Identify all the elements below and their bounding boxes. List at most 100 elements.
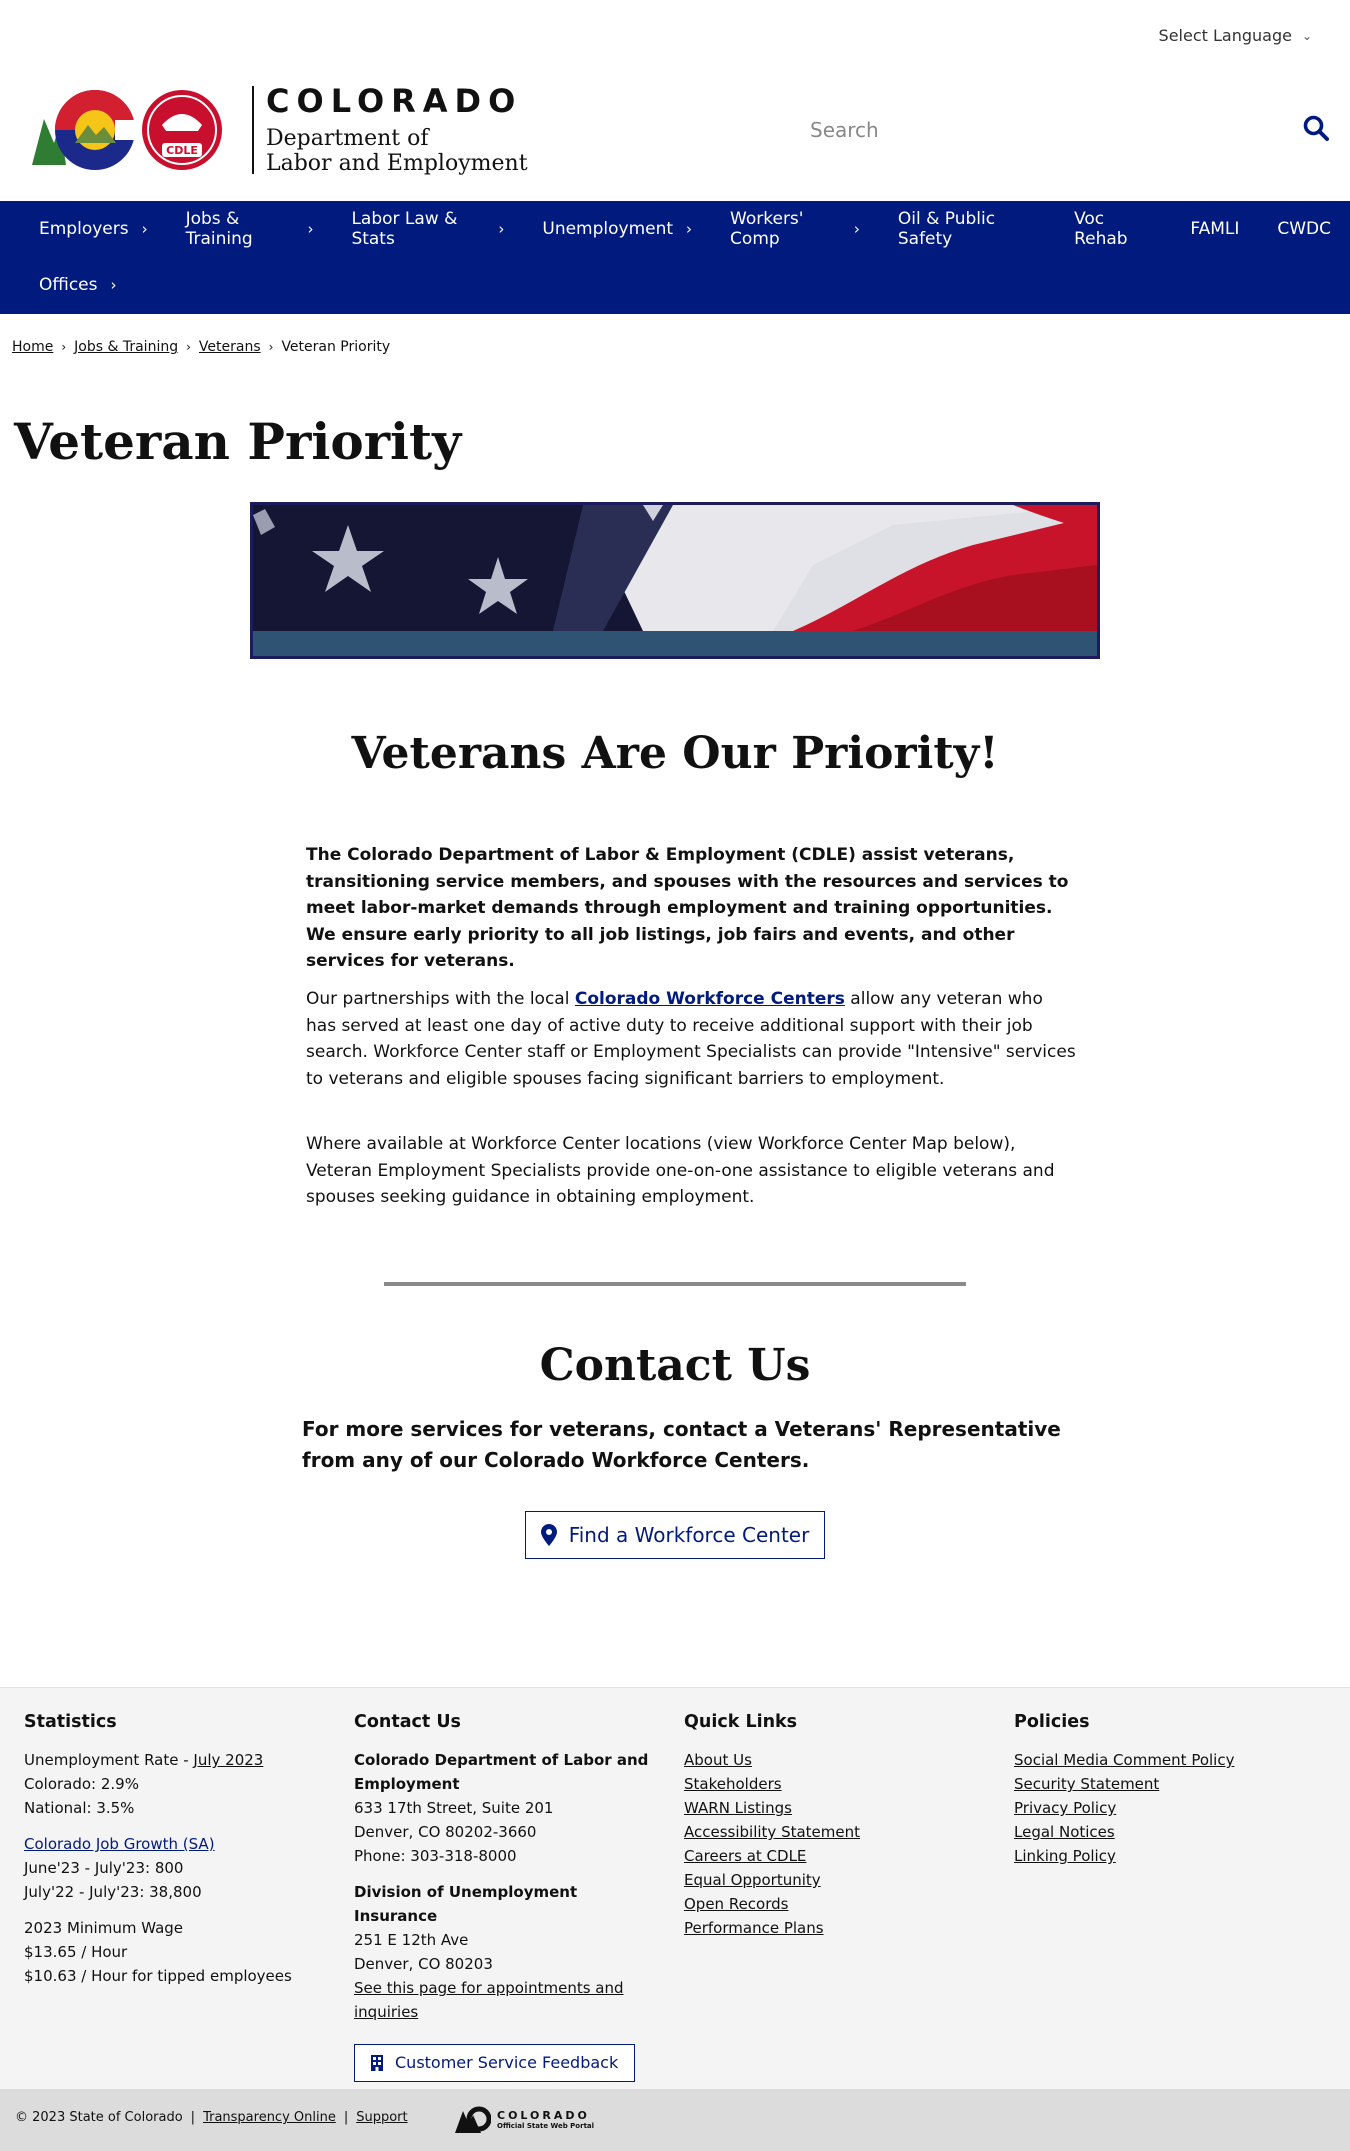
nav-item-workers-comp[interactable]: Workers' Comp ›	[711, 201, 879, 257]
find-workforce-center-button[interactable]: Find a Workforce Center	[525, 1511, 825, 1559]
find-workforce-center-label: Find a Workforce Center	[568, 1523, 810, 1547]
nav-item-employers[interactable]: Employers ›	[20, 201, 167, 257]
nav-item-oil-public-safety[interactable]: Oil & Public Safety	[879, 201, 1055, 257]
footer-contact-heading: Contact Us	[354, 1712, 461, 1732]
quick-link-warn-listings[interactable]: WARN Listings	[684, 1799, 792, 1817]
policy-link-security-statement[interactable]: Security Statement	[1014, 1775, 1159, 1793]
copyright-text: © 2023 State of Colorado	[15, 2110, 183, 2125]
nav-item-famli[interactable]: FAMLI	[1171, 201, 1258, 257]
search-input[interactable]	[810, 118, 1270, 142]
contact-address-1: 633 17th Street, Suite 201	[354, 1799, 554, 1817]
chevron-down-icon: ⌄	[1301, 28, 1312, 43]
job-growth-yearly: July'22 - July'23: 38,800	[24, 1883, 202, 1901]
portal-name: COLORADO	[497, 2108, 590, 2122]
contact-org: Colorado Department of Labor and Employm…	[354, 1751, 649, 1793]
breadcrumb-jobs-training[interactable]: Jobs & Training	[74, 339, 178, 355]
language-label: Select Language	[1158, 26, 1292, 45]
nav-item-jobs-training[interactable]: Jobs & Training ›	[167, 201, 333, 257]
workforce-centers-link[interactable]: Colorado Workforce Centers	[575, 989, 845, 1009]
min-wage-tipped: $10.63 / Hour for tipped employees	[24, 1967, 292, 1985]
partnership-paragraph: Our partnerships with the local Colorado…	[306, 986, 1076, 1092]
support-link[interactable]: Support	[356, 2110, 407, 2125]
cdle-logo[interactable]: CDLE COLORADO Department of Labor and Em…	[30, 84, 528, 176]
state-portal-logo[interactable]: COLORADO Official State Web Portal	[455, 2105, 594, 2133]
breadcrumb-separator: ›	[186, 340, 191, 354]
search-icon[interactable]	[1302, 114, 1330, 146]
specialists-paragraph: Where available at Workforce Center loca…	[306, 1131, 1076, 1211]
chevron-right-icon: ›	[110, 276, 117, 294]
chevron-right-icon: ›	[853, 220, 860, 238]
nav-item-label: Workers' Comp	[730, 209, 804, 249]
quick-link-accessibility-statement[interactable]: Accessibility Statement	[684, 1823, 860, 1841]
job-growth-link[interactable]: Colorado Job Growth (SA)	[24, 1835, 215, 1853]
quick-link-stakeholders[interactable]: Stakeholders	[684, 1775, 782, 1793]
main-nav: Employers › Jobs & Training › Labor Law & St…	[0, 201, 1350, 314]
section-divider	[384, 1282, 966, 1286]
breadcrumb: Home › Jobs & Training › Veterans › Vete…	[12, 339, 390, 355]
nav-item-label: Employers	[39, 219, 129, 239]
language-selector[interactable]: Select Language ⌄	[1159, 26, 1312, 45]
job-growth-monthly: June'23 - July'23: 800	[24, 1859, 184, 1877]
page-title: Veteran Priority	[14, 412, 462, 471]
breadcrumb-veterans[interactable]: Veterans	[199, 339, 261, 355]
nav-item-label: CWDC	[1277, 219, 1332, 239]
quick-link-careers-at-cdle[interactable]: Careers at CDLE	[684, 1847, 806, 1865]
nav-item-labor-law-stats[interactable]: Labor Law & Stats ›	[332, 201, 523, 257]
footer-contact: Contact Us Colorado Department of Labor …	[354, 1710, 654, 2082]
nav-item-label: Offices	[39, 275, 98, 295]
quick-links-heading: Quick Links	[684, 1712, 798, 1732]
nav-item-voc-rehab[interactable]: Voc Rehab	[1055, 201, 1171, 257]
customer-feedback-button[interactable]: Customer Service Feedback	[354, 2044, 636, 2082]
unemployment-rate-link[interactable]: July 2023	[193, 1751, 263, 1769]
map-pin-icon	[540, 1524, 557, 1546]
nav-item-unemployment[interactable]: Unemployment ›	[523, 201, 711, 257]
portal-subtitle: Official State Web Portal	[497, 2121, 595, 2130]
colorado-logo-icon: CDLE	[32, 90, 222, 170]
seal-text: CDLE	[166, 144, 198, 157]
footer-statistics: Statistics Unemployment Rate - July 2023…	[24, 1710, 344, 2000]
chevron-right-icon: ›	[686, 220, 693, 238]
flag-banner-image	[250, 502, 1100, 659]
footer-quick-links: Quick Links About Us Stakeholders WARN Lis…	[684, 1710, 984, 1940]
colorado-c-icon	[455, 2106, 491, 2133]
nav-item-label: Jobs & Training	[185, 209, 253, 249]
min-wage-heading: 2023 Minimum Wage	[24, 1919, 184, 1937]
policy-link-privacy-policy[interactable]: Privacy Policy	[1014, 1799, 1116, 1817]
unemployment-rate-label: Unemployment Rate -	[24, 1751, 194, 1769]
ui-division-heading: Division of Unemployment Insurance	[354, 1883, 578, 1925]
policy-link-social-media-comment-policy[interactable]: Social Media Comment Policy	[1014, 1751, 1234, 1769]
quick-link-open-records[interactable]: Open Records	[684, 1895, 788, 1913]
footer-policies: Policies Social Media Comment Policy Secu…	[1014, 1710, 1334, 1868]
ui-appointments-link[interactable]: See this page for appointments and inqui…	[354, 1979, 624, 2021]
ui-address-1: 251 E 12th Ave	[354, 1931, 469, 1949]
logo-dept-line1: Department of	[266, 126, 429, 151]
section-title-veterans: Veterans Are Our Priority!	[351, 728, 999, 779]
nav-item-label: Unemployment	[542, 219, 674, 239]
contact-address-2: Denver, CO 80202-3660	[354, 1823, 537, 1841]
search-bar	[810, 110, 1330, 150]
breadcrumb-home[interactable]: Home	[12, 339, 53, 355]
nav-item-label: Oil & Public Safety	[897, 209, 996, 249]
colorado-rate: Colorado: 2.9%	[24, 1775, 139, 1793]
building-icon	[371, 2055, 383, 2071]
nav-item-offices[interactable]: Offices ›	[20, 257, 135, 313]
contact-phone: Phone: 303-318-8000	[354, 1847, 517, 1865]
nav-item-cwdc[interactable]: CWDC	[1258, 201, 1350, 257]
nav-item-label: Voc Rehab	[1074, 209, 1128, 249]
transparency-link[interactable]: Transparency Online	[203, 2110, 336, 2125]
intro-text: The Colorado Department of Labor & Emplo…	[306, 845, 1069, 971]
policy-link-linking-policy[interactable]: Linking Policy	[1014, 1847, 1116, 1865]
quick-link-performance-plans[interactable]: Performance Plans	[684, 1919, 824, 1937]
statistics-heading: Statistics	[24, 1712, 117, 1732]
quick-link-about-us[interactable]: About Us	[684, 1751, 752, 1769]
logo-dept-line2: Labor and Employment	[266, 151, 528, 176]
quick-link-equal-opportunity[interactable]: Equal Opportunity	[684, 1871, 821, 1889]
chevron-right-icon: ›	[498, 220, 505, 238]
bottom-separator: |	[343, 2110, 349, 2125]
contact-lead-text: For more services for veterans, contact …	[302, 1417, 1061, 1472]
contact-title: Contact Us	[539, 1340, 811, 1391]
footer: Statistics Unemployment Rate - July 2023…	[0, 1687, 1350, 2089]
nav-item-label: FAMLI	[1190, 219, 1240, 239]
nav-item-label: Labor Law & Stats	[351, 209, 458, 249]
policy-link-legal-notices[interactable]: Legal Notices	[1014, 1823, 1115, 1841]
